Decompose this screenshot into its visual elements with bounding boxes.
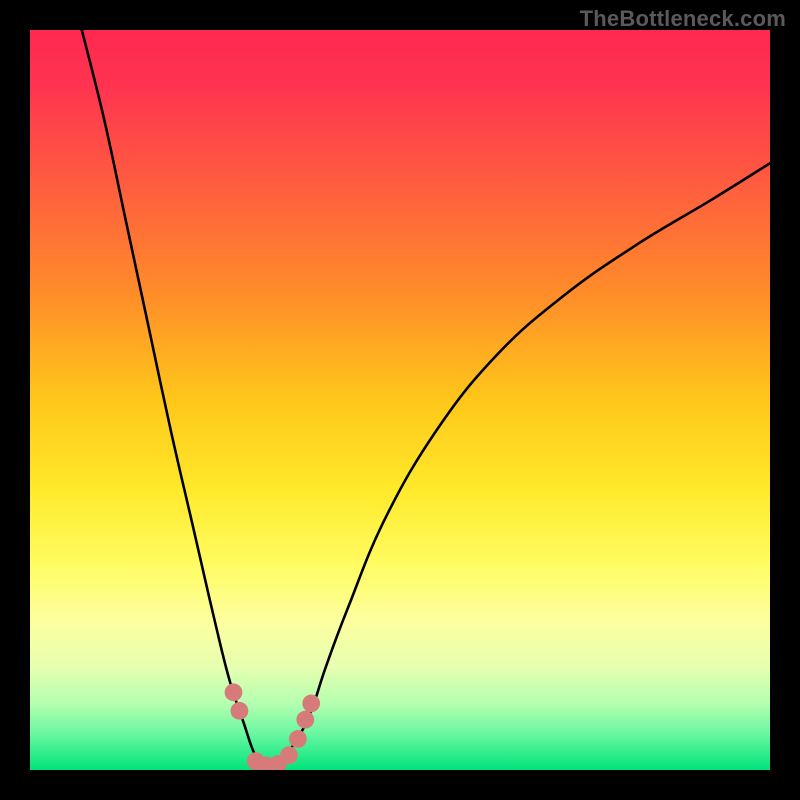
marker-dot bbox=[225, 683, 243, 701]
highlight-markers bbox=[225, 683, 320, 770]
marker-dot bbox=[296, 711, 314, 729]
plot-area bbox=[30, 30, 770, 770]
marker-dot bbox=[280, 746, 298, 764]
marker-dot bbox=[231, 702, 249, 720]
chart-frame: TheBottleneck.com bbox=[0, 0, 800, 800]
bottleneck-curve bbox=[82, 30, 770, 766]
marker-dot bbox=[289, 730, 307, 748]
curve-layer bbox=[30, 30, 770, 770]
watermark-text: TheBottleneck.com bbox=[580, 6, 786, 32]
marker-dot bbox=[302, 695, 320, 713]
